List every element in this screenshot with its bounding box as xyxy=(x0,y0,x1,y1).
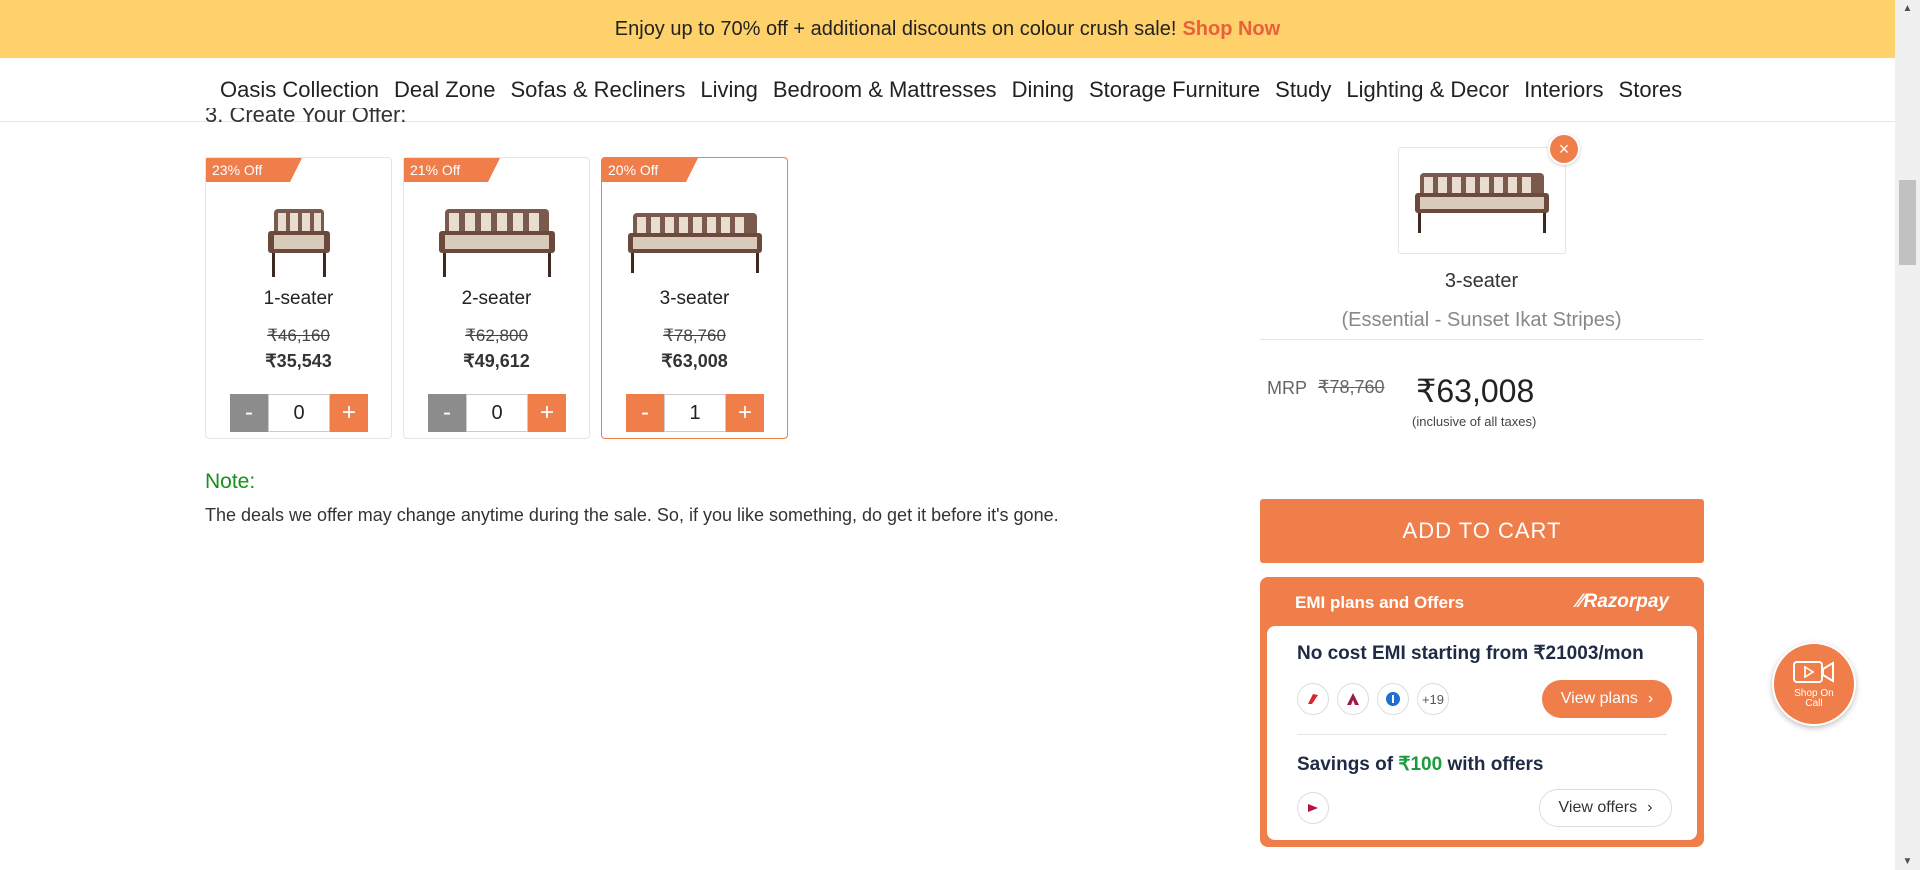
nav-item-stores[interactable]: Stores xyxy=(1619,77,1683,103)
razorpay-brand: Razorpay xyxy=(1583,591,1669,612)
mrp-value: ₹78,760 xyxy=(1318,377,1385,397)
savings-prefix: Savings of xyxy=(1297,754,1394,775)
quantity-stepper: - 1 + xyxy=(626,394,764,432)
product-card-1-seater[interactable]: 23% Off 1-seater ₹46,160 ₹35,543 - 0 + xyxy=(205,157,392,439)
quantity-field[interactable]: 0 xyxy=(268,394,330,432)
product-card-3-seater[interactable]: 20% Off 3-seater ₹78,760 ₹63,008 - 1 + xyxy=(601,157,788,439)
nav-item-study[interactable]: Study xyxy=(1275,77,1331,103)
discount-badge: 21% Off xyxy=(404,158,500,182)
shop-now-link[interactable]: Shop Now xyxy=(1182,18,1280,41)
offer-heading: 3. Create Your Offer: xyxy=(205,108,407,122)
scroll-down-icon[interactable]: ▼ xyxy=(1895,853,1920,870)
nav-item-deal-zone[interactable]: Deal Zone xyxy=(394,77,496,103)
nav-item-living[interactable]: Living xyxy=(700,77,757,103)
decrement-button[interactable]: - xyxy=(230,394,268,432)
final-price: ₹63,008 xyxy=(1416,373,1535,409)
razorpay-logo: ⁄⁄Razorpay xyxy=(1577,591,1669,613)
increment-button[interactable]: + xyxy=(528,394,566,432)
bank-logo-icon xyxy=(1297,683,1329,715)
summary-item-name: 3-seater xyxy=(1444,270,1519,292)
video-call-icon xyxy=(1793,661,1834,683)
increment-button[interactable]: + xyxy=(330,394,368,432)
summary-divider xyxy=(1260,339,1703,340)
offer-bank-icon xyxy=(1297,792,1329,824)
idfc-bank-icon xyxy=(1377,683,1409,715)
sofa-3-seater-image xyxy=(602,186,787,296)
product-card-2-seater[interactable]: 21% Off 2-seater ₹62,800 ₹49,612 - 0 + xyxy=(403,157,590,439)
savings-amount: ₹100 xyxy=(1398,754,1443,775)
promo-banner: Enjoy up to 70% off + additional discoun… xyxy=(0,0,1895,58)
savings-suffix: with offers xyxy=(1447,754,1544,775)
quantity-field[interactable]: 0 xyxy=(466,394,528,432)
quantity-field[interactable]: 1 xyxy=(664,394,726,432)
card-price: ₹63,008 xyxy=(661,351,728,371)
nav-item-sofas-recliners[interactable]: Sofas & Recliners xyxy=(510,77,685,103)
nav-item-lighting-decor[interactable]: Lighting & Decor xyxy=(1346,77,1509,103)
view-offers-label: View offers xyxy=(1558,799,1638,816)
card-price: ₹35,543 xyxy=(265,351,332,371)
nav-item-dining[interactable]: Dining xyxy=(1012,77,1074,103)
nav-item-bedroom-mattresses[interactable]: Bedroom & Mattresses xyxy=(773,77,997,103)
decrement-button[interactable]: - xyxy=(626,394,664,432)
increment-button[interactable]: + xyxy=(726,394,764,432)
quantity-stepper: - 0 + xyxy=(230,394,368,432)
sofa-2-seater-image xyxy=(404,186,589,296)
selected-item-thumbnail xyxy=(1398,147,1566,254)
page-scrollbar[interactable] xyxy=(1895,0,1920,870)
quantity-stepper: - 0 + xyxy=(428,394,566,432)
shop-on-call-label: Shop On Call xyxy=(1794,688,1834,709)
chevron-right-icon: › xyxy=(1647,690,1654,707)
add-to-cart-button[interactable]: ADD TO CART xyxy=(1260,499,1704,563)
axis-bank-icon xyxy=(1337,683,1369,715)
discount-badge-text: 23% Off xyxy=(212,162,263,178)
card-name: 2-seater xyxy=(461,288,532,309)
scroll-up-icon[interactable]: ▲ xyxy=(1895,0,1920,17)
view-offers-button[interactable]: View offers › xyxy=(1539,789,1672,827)
nav-item-oasis-collection[interactable]: Oasis Collection xyxy=(220,77,379,103)
nav-item-interiors[interactable]: Interiors xyxy=(1524,77,1603,103)
card-name: 1-seater xyxy=(263,288,334,309)
emi-headline: No cost EMI starting from ₹21003/mon xyxy=(1297,643,1644,664)
discount-badge: 23% Off xyxy=(206,158,302,182)
card-price: ₹49,612 xyxy=(463,351,530,371)
discount-badge-text: 21% Off xyxy=(410,162,461,178)
emi-offers-panel: EMI plans and Offers ⁄⁄Razorpay No cost … xyxy=(1260,577,1704,847)
remove-item-button[interactable]: × xyxy=(1548,133,1580,165)
tax-note: (inclusive of all taxes) xyxy=(1412,414,1537,429)
emi-title: EMI plans and Offers xyxy=(1295,593,1465,612)
view-plans-label: View plans xyxy=(1560,690,1638,707)
chevron-right-icon: › xyxy=(1647,799,1653,816)
emi-divider xyxy=(1297,734,1667,735)
card-mrp: ₹78,760 xyxy=(663,326,726,345)
emi-card: No cost EMI starting from ₹21003/mon +19… xyxy=(1267,626,1697,840)
decrement-button[interactable]: - xyxy=(428,394,466,432)
savings-text: Savings of ₹100 with offers xyxy=(1297,753,1544,776)
shop-on-call-button[interactable]: Shop On Call xyxy=(1772,642,1856,726)
nav-item-storage-furniture[interactable]: Storage Furniture xyxy=(1089,77,1260,103)
card-name: 3-seater xyxy=(659,288,730,309)
note-title: Note: xyxy=(205,470,256,493)
sofa-1-seater-image xyxy=(206,186,391,296)
card-mrp: ₹62,800 xyxy=(465,326,528,345)
view-plans-button[interactable]: View plans › xyxy=(1542,680,1672,718)
discount-badge-text: 20% Off xyxy=(608,162,659,178)
promo-text: Enjoy up to 70% off + additional discoun… xyxy=(614,17,1177,40)
mrp-label: MRP xyxy=(1267,378,1307,398)
note-text: The deals we offer may change anytime du… xyxy=(205,505,1059,525)
discount-badge: 20% Off xyxy=(602,158,698,182)
summary-item-variant: (Essential - Sunset Ikat Stripes) xyxy=(1341,309,1622,331)
more-banks-badge: +19 xyxy=(1417,683,1449,715)
scrollbar-thumb[interactable] xyxy=(1899,180,1916,265)
card-mrp: ₹46,160 xyxy=(267,326,330,345)
